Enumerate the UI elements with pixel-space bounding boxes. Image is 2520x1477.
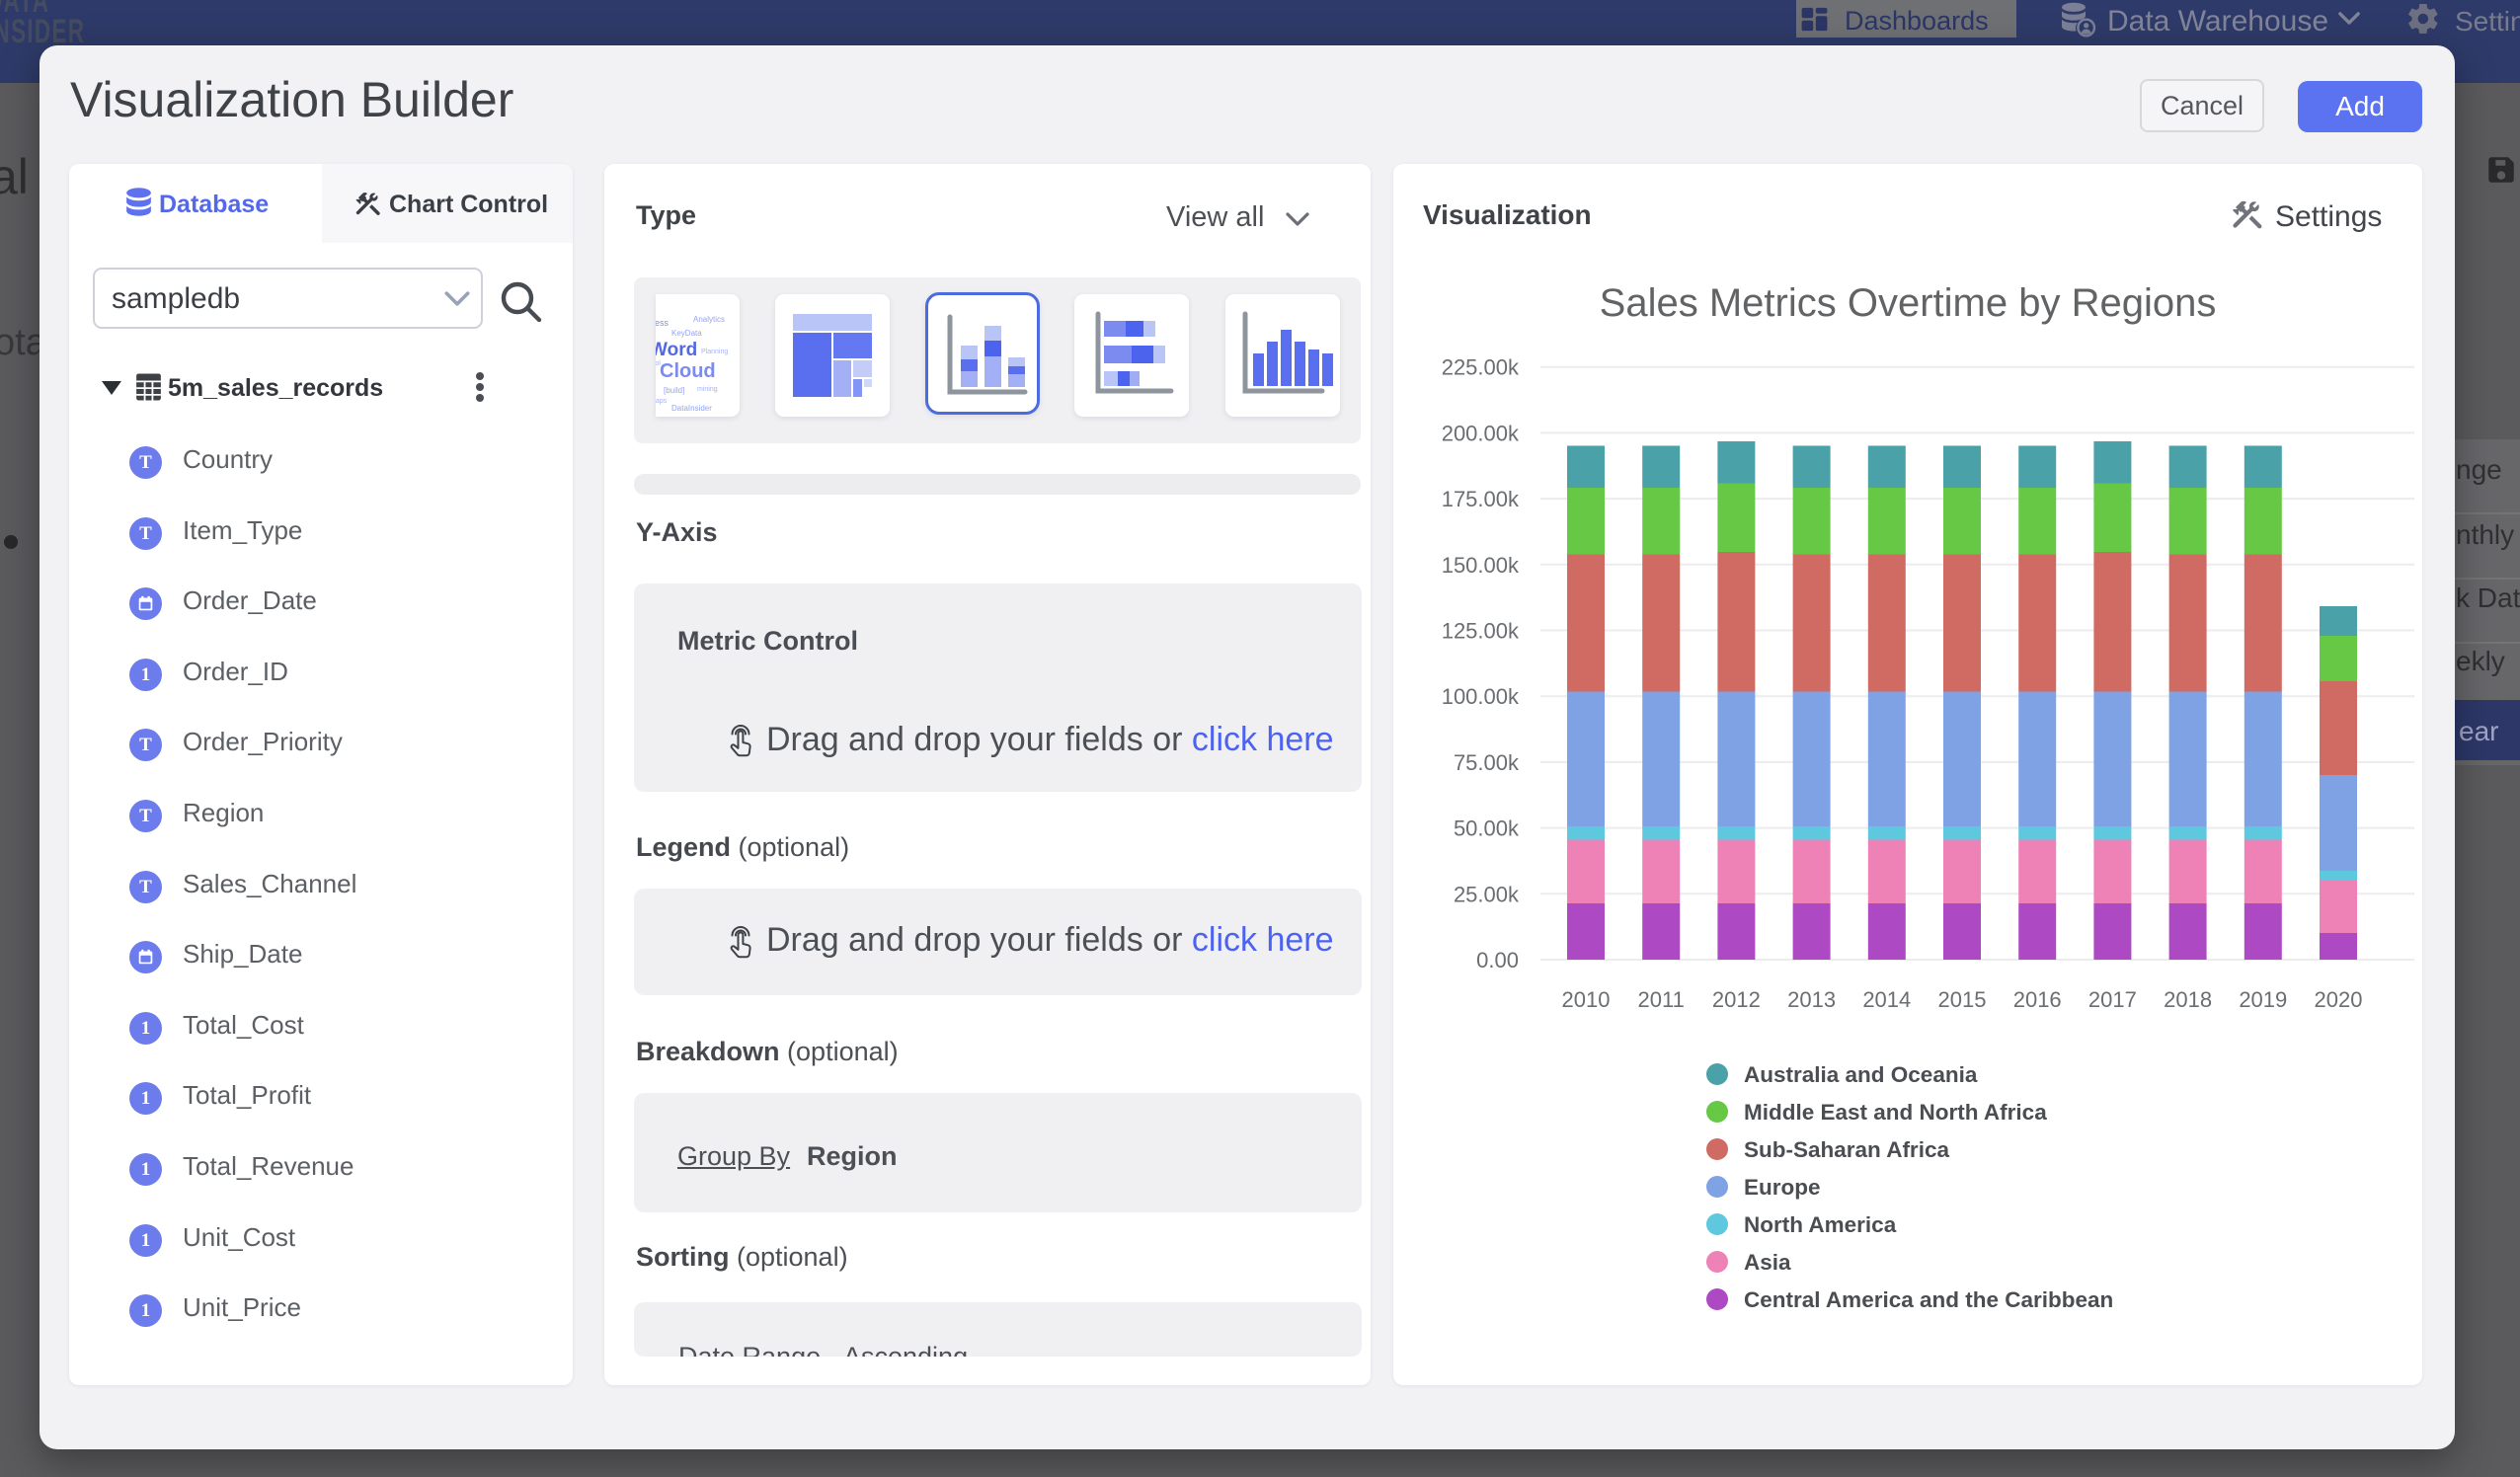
svg-text:75.00k: 75.00k <box>1454 750 1520 775</box>
svg-text:Sub-Saharan Africa: Sub-Saharan Africa <box>1744 1137 1949 1162</box>
svg-text:Word: Word <box>656 340 697 360</box>
svg-text:200.00k: 200.00k <box>1442 421 1520 445</box>
svg-text:2020: 2020 <box>2315 987 2363 1012</box>
svg-text:mining: mining <box>697 386 718 393</box>
svg-text:maps: maps <box>656 398 668 405</box>
svg-text:KeyData: KeyData <box>671 329 702 338</box>
svg-text:2010: 2010 <box>1562 987 1611 1012</box>
svg-text:North America: North America <box>1744 1212 1897 1237</box>
svg-text:Australia and Oceania: Australia and Oceania <box>1744 1062 1978 1087</box>
svg-text:[build]: [build] <box>664 386 684 395</box>
svg-text:2014: 2014 <box>1862 987 1911 1012</box>
svg-text:225.00k: 225.00k <box>1442 355 1520 380</box>
svg-text:Visualization: Visualization <box>1423 199 1592 230</box>
svg-text:iness: iness <box>656 318 669 328</box>
svg-text:2016: 2016 <box>2013 987 2062 1012</box>
svg-text:Central America and the Caribb: Central America and the Caribbean <box>1744 1287 2113 1312</box>
svg-text:125.00k: 125.00k <box>1442 619 1520 644</box>
svg-text:Analytics: Analytics <box>693 315 725 324</box>
svg-text:Planning: Planning <box>701 349 728 355</box>
svg-text:25.00k: 25.00k <box>1454 882 1520 906</box>
svg-text:Sales Metrics Overtime by Regi: Sales Metrics Overtime by Regions <box>1600 281 2217 325</box>
svg-text:2018: 2018 <box>2164 987 2212 1012</box>
svg-text:100.00k: 100.00k <box>1442 684 1520 709</box>
svg-text:2011: 2011 <box>1638 987 1685 1012</box>
svg-text:0.00: 0.00 <box>1476 948 1519 972</box>
svg-text:2013: 2013 <box>1787 987 1836 1012</box>
svg-text:2019: 2019 <box>2239 987 2287 1012</box>
svg-text:175.00k: 175.00k <box>1442 487 1520 511</box>
svg-text:2012: 2012 <box>1712 987 1761 1012</box>
svg-text:Europe: Europe <box>1744 1175 1821 1200</box>
svg-text:Middle East and North Africa: Middle East and North Africa <box>1744 1100 2047 1125</box>
svg-text:2017: 2017 <box>2088 987 2137 1012</box>
svg-text:DataInsider: DataInsider <box>671 404 712 413</box>
svg-text:Cloud: Cloud <box>660 360 716 382</box>
svg-text:Asia: Asia <box>1744 1250 1791 1275</box>
svg-text:2015: 2015 <box>1938 987 1987 1012</box>
svg-text:50.00k: 50.00k <box>1454 816 1520 841</box>
svg-text:150.00k: 150.00k <box>1442 553 1520 578</box>
